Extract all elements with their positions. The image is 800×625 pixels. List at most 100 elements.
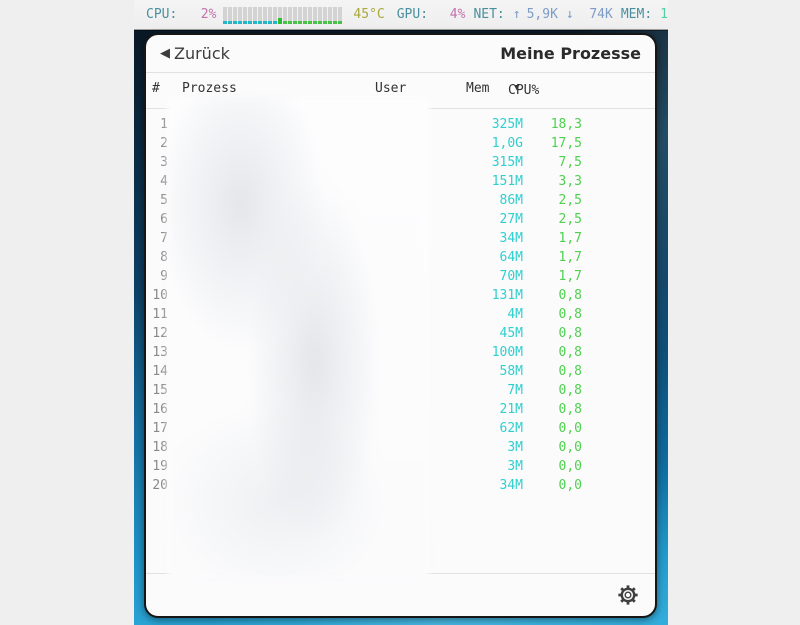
cpu-cell: 18,3: [523, 115, 582, 134]
download-arrow-icon: ↓: [566, 7, 574, 22]
gpu-percent: 4%: [428, 7, 465, 22]
cpu-cell: 0,8: [523, 343, 582, 362]
cpu-cell: 0,8: [523, 305, 582, 324]
cpu-label: CPU:: [146, 7, 177, 22]
sort-descending-icon: ▼: [514, 83, 519, 93]
gear-icon: [617, 584, 639, 606]
mem-cell: 3M: [446, 457, 523, 476]
row-number: 11: [146, 305, 168, 324]
mem-cell: 3M: [446, 438, 523, 457]
row-number: 14: [146, 362, 168, 381]
cpu-cell: 1,7: [523, 229, 582, 248]
mem-cell: 86M: [446, 191, 523, 210]
row-number: 7: [146, 229, 168, 248]
cpu-cell: 0,0: [523, 438, 582, 457]
blurred-process-names-region: [167, 98, 430, 578]
net-label: NET:: [473, 7, 504, 22]
meter-bar: [338, 7, 342, 24]
meter-bar: [268, 7, 272, 24]
row-number: 1: [146, 115, 168, 134]
cpu-cell: 0,0: [523, 419, 582, 438]
page-title: Meine Prozesse: [500, 44, 641, 63]
meter-bar: [298, 7, 302, 24]
meter-bar: [238, 7, 242, 24]
row-number: 4: [146, 172, 168, 191]
row-number: 16: [146, 400, 168, 419]
meter-bar: [328, 7, 332, 24]
cpu-cell: 0,8: [523, 400, 582, 419]
meter-bar: [283, 7, 287, 24]
meter-bar: [293, 7, 297, 24]
row-number: 9: [146, 267, 168, 286]
meter-bar: [263, 7, 267, 24]
column-header-num[interactable]: #: [152, 81, 160, 96]
back-label: Zurück: [174, 44, 230, 63]
cpu-core-meter: [223, 6, 343, 24]
meter-bar: [333, 7, 337, 24]
meter-bar: [248, 7, 252, 24]
net-upload-value: 5,9K: [527, 7, 558, 22]
mem-cell: 70M: [446, 267, 523, 286]
cpu-cell: 3,3: [523, 172, 582, 191]
cpu-cell: 1,7: [523, 248, 582, 267]
meter-bar: [223, 7, 227, 24]
cpu-cell: 0,0: [523, 457, 582, 476]
meter-bar: [243, 7, 247, 24]
back-button[interactable]: ◀ Zurück: [160, 44, 230, 63]
divider: [146, 72, 655, 73]
mem-cell: 100M: [446, 343, 523, 362]
mem-cell: 34M: [446, 229, 523, 248]
popup-header: ◀ Zurück Meine Prozesse: [146, 35, 655, 72]
cpu-cell: 2,5: [523, 191, 582, 210]
cpu-temperature: 45°C: [353, 7, 384, 22]
processes-popup: ◀ Zurück Meine Prozesse # Prozess User M…: [144, 33, 657, 618]
mem-cell: 325M: [446, 115, 523, 134]
meter-bar: [233, 7, 237, 24]
net-download-value: 74K: [574, 7, 613, 22]
meter-bar: [253, 7, 257, 24]
upload-arrow-icon: ↑: [513, 7, 521, 22]
column-header-process[interactable]: Prozess: [182, 81, 237, 96]
row-number: 15: [146, 381, 168, 400]
row-number: 17: [146, 419, 168, 438]
row-number: 19: [146, 457, 168, 476]
row-number: 6: [146, 210, 168, 229]
settings-button[interactable]: [613, 580, 643, 610]
row-number: 5: [146, 191, 168, 210]
row-number: 13: [146, 343, 168, 362]
cpu-cell: 7,5: [523, 153, 582, 172]
column-header-mem[interactable]: Mem: [466, 81, 489, 96]
cpu-cell: 17,5: [523, 134, 582, 153]
meter-bar: [318, 7, 322, 24]
gpu-label: GPU:: [397, 7, 428, 22]
cpu-percent: 2%: [177, 7, 216, 22]
row-number: 20: [146, 476, 168, 495]
cpu-cell: 2,5: [523, 210, 582, 229]
cpu-cell: 0,8: [523, 324, 582, 343]
row-number: 2: [146, 134, 168, 153]
column-header-user[interactable]: User: [375, 81, 406, 96]
row-number: 12: [146, 324, 168, 343]
cpu-cell: 0,0: [523, 476, 582, 495]
mem-cell: 7M: [446, 381, 523, 400]
meter-bar: [258, 7, 262, 24]
meter-bar: [313, 7, 317, 24]
meter-bar: [303, 7, 307, 24]
mem-cell: 64M: [446, 248, 523, 267]
row-number: 8: [146, 248, 168, 267]
mem-cell: 34M: [446, 476, 523, 495]
mem-label: MEM:: [621, 7, 652, 22]
cpu-cell: 0,8: [523, 381, 582, 400]
mem-cell: 45M: [446, 324, 523, 343]
meter-bar: [228, 7, 232, 24]
mem-cell: 62M: [446, 419, 523, 438]
mem-cell: 315M: [446, 153, 523, 172]
mem-cell: 151M: [446, 172, 523, 191]
row-number: 10: [146, 286, 168, 305]
row-number: 3: [146, 153, 168, 172]
system-monitor-applet[interactable]: CPU: 2% 45°C GPU: 4% NET: ↑ 5,9K ↓ 74K M…: [134, 0, 668, 30]
row-number: 18: [146, 438, 168, 457]
cpu-cell: 0,8: [523, 362, 582, 381]
mem-cell: 21M: [446, 400, 523, 419]
mem-cell: 27M: [446, 210, 523, 229]
